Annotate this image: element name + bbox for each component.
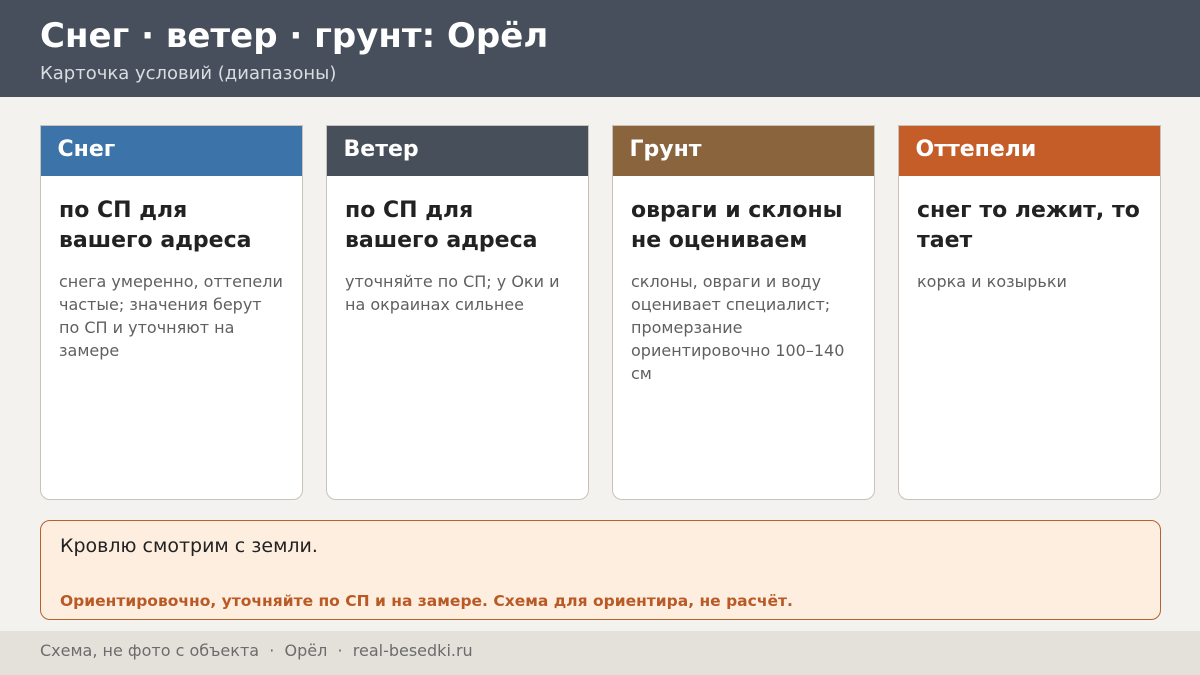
card-snow-note: снега умеренно, оттепели частые; значени… <box>59 271 283 360</box>
header-bar: Снег · ветер · грунт: Орёл Карточка усло… <box>0 0 1200 97</box>
card-thaws-header: Оттепели <box>899 126 1160 176</box>
card-wind: Ветер по СП для вашего адреса уточняйте … <box>326 125 589 500</box>
page-subtitle: Карточка условий (диапазоны) <box>40 63 337 84</box>
notice-box: Кровлю смотрим с земли. Ориентировочно, … <box>40 520 1161 620</box>
page-title: Снег · ветер · грунт: Орёл <box>40 16 549 56</box>
card-thaws-value: снег то лежит, то тает <box>917 197 1140 253</box>
card-thaws-note: корка и козырьки <box>917 271 1067 291</box>
card-soil-note: склоны, овраги и воду оценивает специали… <box>631 271 845 383</box>
footer-text: Схема, не фото с объекта · Орёл · real-b… <box>40 641 473 660</box>
card-wind-header: Ветер <box>327 126 588 176</box>
card-soil-header: Грунт <box>613 126 874 176</box>
card-snow-header: Снег <box>41 126 302 176</box>
disclaimer-text: Ориентировочно, уточняйте по СП и на зам… <box>60 592 793 610</box>
card-snow-value: по СП для вашего адреса <box>59 197 252 253</box>
card-wind-note: уточняйте по СП; у Оки и на окраинах сил… <box>345 271 560 314</box>
notice-text: Кровлю смотрим с земли. <box>60 535 318 557</box>
card-thaws: Оттепели снег то лежит, то тает корка и … <box>898 125 1161 500</box>
card-soil-value: овраги и склоны не оцениваем <box>631 197 843 253</box>
card-soil: Грунт овраги и склоны не оцениваем склон… <box>612 125 875 500</box>
card-wind-value: по СП для вашего адреса <box>345 197 538 253</box>
footer-bar: Схема, не фото с объекта · Орёл · real-b… <box>0 631 1200 675</box>
card-snow: Снег по СП для вашего адреса снега умере… <box>40 125 303 500</box>
